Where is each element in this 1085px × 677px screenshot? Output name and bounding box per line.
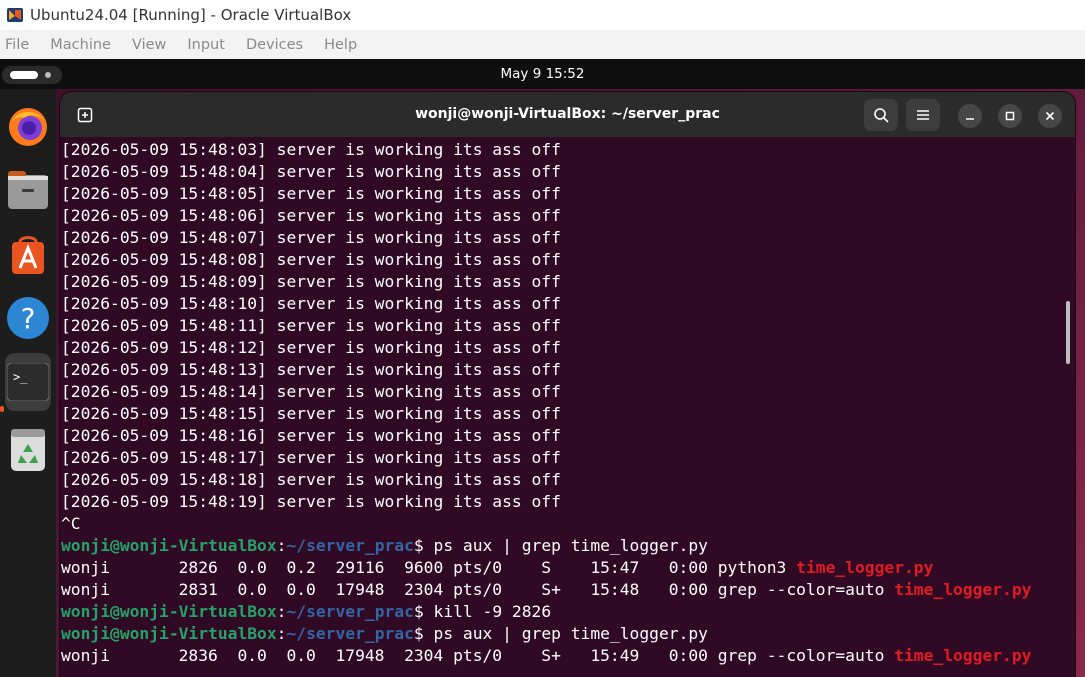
- ps-row-fields: wonji 2836 0.0 0.0 17948 2304 pts/0 S+ 1…: [61, 646, 895, 665]
- prompt-symbol: $: [413, 602, 434, 621]
- minimize-icon: [966, 118, 974, 120]
- ps-row-fields: wonji 2831 0.0 0.0 17948 2304 pts/0 S+ 1…: [61, 580, 895, 599]
- terminal-icon: >_: [7, 363, 49, 401]
- ps-output-row: wonji 2831 0.0 0.0 17948 2304 pts/0 S+ 1…: [61, 579, 1061, 601]
- prompt-user: wonji@wonji-VirtualBox: [61, 624, 277, 643]
- log-line: [2026-05-09 15:48:13] server is working …: [61, 360, 561, 379]
- dock: ? >_: [0, 89, 56, 677]
- dock-terminal[interactable]: >_: [5, 353, 51, 411]
- command-text: ps aux | grep time_logger.py: [433, 624, 708, 643]
- menu-machine[interactable]: Machine: [50, 37, 111, 53]
- search-icon: [874, 108, 889, 123]
- dock-trash[interactable]: [5, 427, 51, 473]
- firefox-icon: [9, 108, 47, 146]
- ps-output-row: wonji 2836 0.0 0.0 17948 2304 pts/0 S+ 1…: [61, 645, 1061, 667]
- command-line: wonji@wonji-VirtualBox:~/server_prac$ ps…: [61, 623, 1061, 645]
- prompt-path: ~/server_prac: [286, 536, 414, 555]
- prompt-separator: :: [276, 536, 287, 555]
- terminal-headerbar[interactable]: wonji@wonji-VirtualBox: ~/server_prac: [60, 92, 1075, 137]
- menu-view[interactable]: View: [132, 37, 166, 53]
- trash-icon: [11, 429, 45, 471]
- help-icon: ?: [7, 297, 49, 339]
- minimize-button[interactable]: [958, 104, 982, 128]
- log-line: [2026-05-09 15:48:11] server is working …: [61, 316, 561, 335]
- log-line: [2026-05-09 15:48:04] server is working …: [61, 162, 561, 181]
- hamburger-icon: [917, 110, 929, 120]
- log-line: [2026-05-09 15:48:19] server is working …: [61, 492, 561, 511]
- prompt-path: ~/server_prac: [286, 602, 414, 621]
- grep-match: time_logger.py: [796, 558, 934, 577]
- window-title: Ubuntu24.04 [Running] - Oracle VirtualBo…: [30, 6, 352, 24]
- dock-firefox[interactable]: [5, 103, 51, 149]
- close-button[interactable]: [1038, 104, 1062, 128]
- dock-files[interactable]: [5, 166, 51, 212]
- log-line: [2026-05-09 15:48:17] server is working …: [61, 448, 561, 467]
- vbox-menubar: File Machine View Input Devices Help: [0, 30, 1085, 59]
- log-line: [2026-05-09 15:48:15] server is working …: [61, 404, 561, 423]
- ps-output-row: wonji 2826 0.0 0.2 29116 9600 pts/0 S 15…: [61, 557, 1061, 579]
- app-center-icon: [12, 236, 44, 274]
- log-line: [2026-05-09 15:48:05] server is working …: [61, 184, 561, 203]
- maximize-icon: [1005, 111, 1015, 121]
- log-line: [2026-05-09 15:48:18] server is working …: [61, 470, 561, 489]
- log-line: [2026-05-09 15:48:10] server is working …: [61, 294, 561, 313]
- dock-help[interactable]: ?: [5, 295, 51, 341]
- svg-text:?: ?: [21, 302, 36, 335]
- prompt-path: ~/server_prac: [286, 624, 414, 643]
- command-line: wonji@wonji-VirtualBox:~/server_prac$ ki…: [61, 601, 1061, 623]
- log-line: [2026-05-09 15:48:08] server is working …: [61, 250, 561, 269]
- virtualbox-app-icon: [7, 8, 23, 22]
- grep-match: time_logger.py: [894, 580, 1032, 599]
- prompt-separator: :: [276, 602, 287, 621]
- terminal-output[interactable]: [2026-05-09 15:48:03] server is working …: [61, 139, 1061, 677]
- prompt-user: wonji@wonji-VirtualBox: [61, 602, 277, 621]
- menu-devices[interactable]: Devices: [246, 37, 303, 53]
- grep-match: time_logger.py: [894, 646, 1032, 665]
- menu-help[interactable]: Help: [324, 37, 357, 53]
- vbox-titlebar: Ubuntu24.04 [Running] - Oracle VirtualBo…: [0, 0, 1085, 30]
- close-icon: [1045, 111, 1055, 121]
- command-line: wonji@wonji-VirtualBox:~/server_prac$ ps…: [61, 535, 1061, 557]
- log-line: [2026-05-09 15:48:07] server is working …: [61, 228, 561, 247]
- log-line: [2026-05-09 15:48:03] server is working …: [61, 140, 561, 159]
- prompt-symbol: $: [413, 624, 434, 643]
- prompt-symbol: $: [413, 536, 434, 555]
- command-text: kill -9 2826: [433, 602, 552, 621]
- log-line: [2026-05-09 15:48:06] server is working …: [61, 206, 561, 225]
- terminal-window[interactable]: wonji@wonji-VirtualBox: ~/server_prac [2…: [60, 92, 1075, 677]
- log-line: [2026-05-09 15:48:09] server is working …: [61, 272, 561, 291]
- menu-input[interactable]: Input: [187, 37, 225, 53]
- search-button[interactable]: [864, 99, 898, 131]
- log-line: [2026-05-09 15:48:14] server is working …: [61, 382, 561, 401]
- dock-active-indicator: [0, 406, 4, 412]
- log-line: [2026-05-09 15:48:16] server is working …: [61, 426, 561, 445]
- svg-text:>_: >_: [13, 370, 28, 384]
- prompt-user: wonji@wonji-VirtualBox: [61, 536, 277, 555]
- dock-app-center[interactable]: [5, 231, 51, 277]
- ps-row-fields: wonji 2826 0.0 0.2 29116 9600 pts/0 S 15…: [61, 558, 797, 577]
- command-text: ps aux | grep time_logger.py: [433, 536, 708, 555]
- interrupt-line: ^C: [61, 514, 81, 533]
- gnome-topbar: May 9 15:52: [0, 59, 1085, 89]
- maximize-button[interactable]: [998, 104, 1022, 128]
- clock[interactable]: May 9 15:52: [0, 66, 1085, 82]
- prompt-separator: :: [276, 624, 287, 643]
- guest-desktop: May 9 15:52 ? >_ wonji@wonji-VirtualBox:…: [0, 59, 1085, 677]
- menu-file[interactable]: File: [5, 37, 29, 53]
- menu-button[interactable]: [906, 99, 940, 131]
- files-icon: [8, 171, 48, 209]
- log-line: [2026-05-09 15:48:12] server is working …: [61, 338, 561, 357]
- terminal-scrollbar[interactable]: [1066, 301, 1070, 364]
